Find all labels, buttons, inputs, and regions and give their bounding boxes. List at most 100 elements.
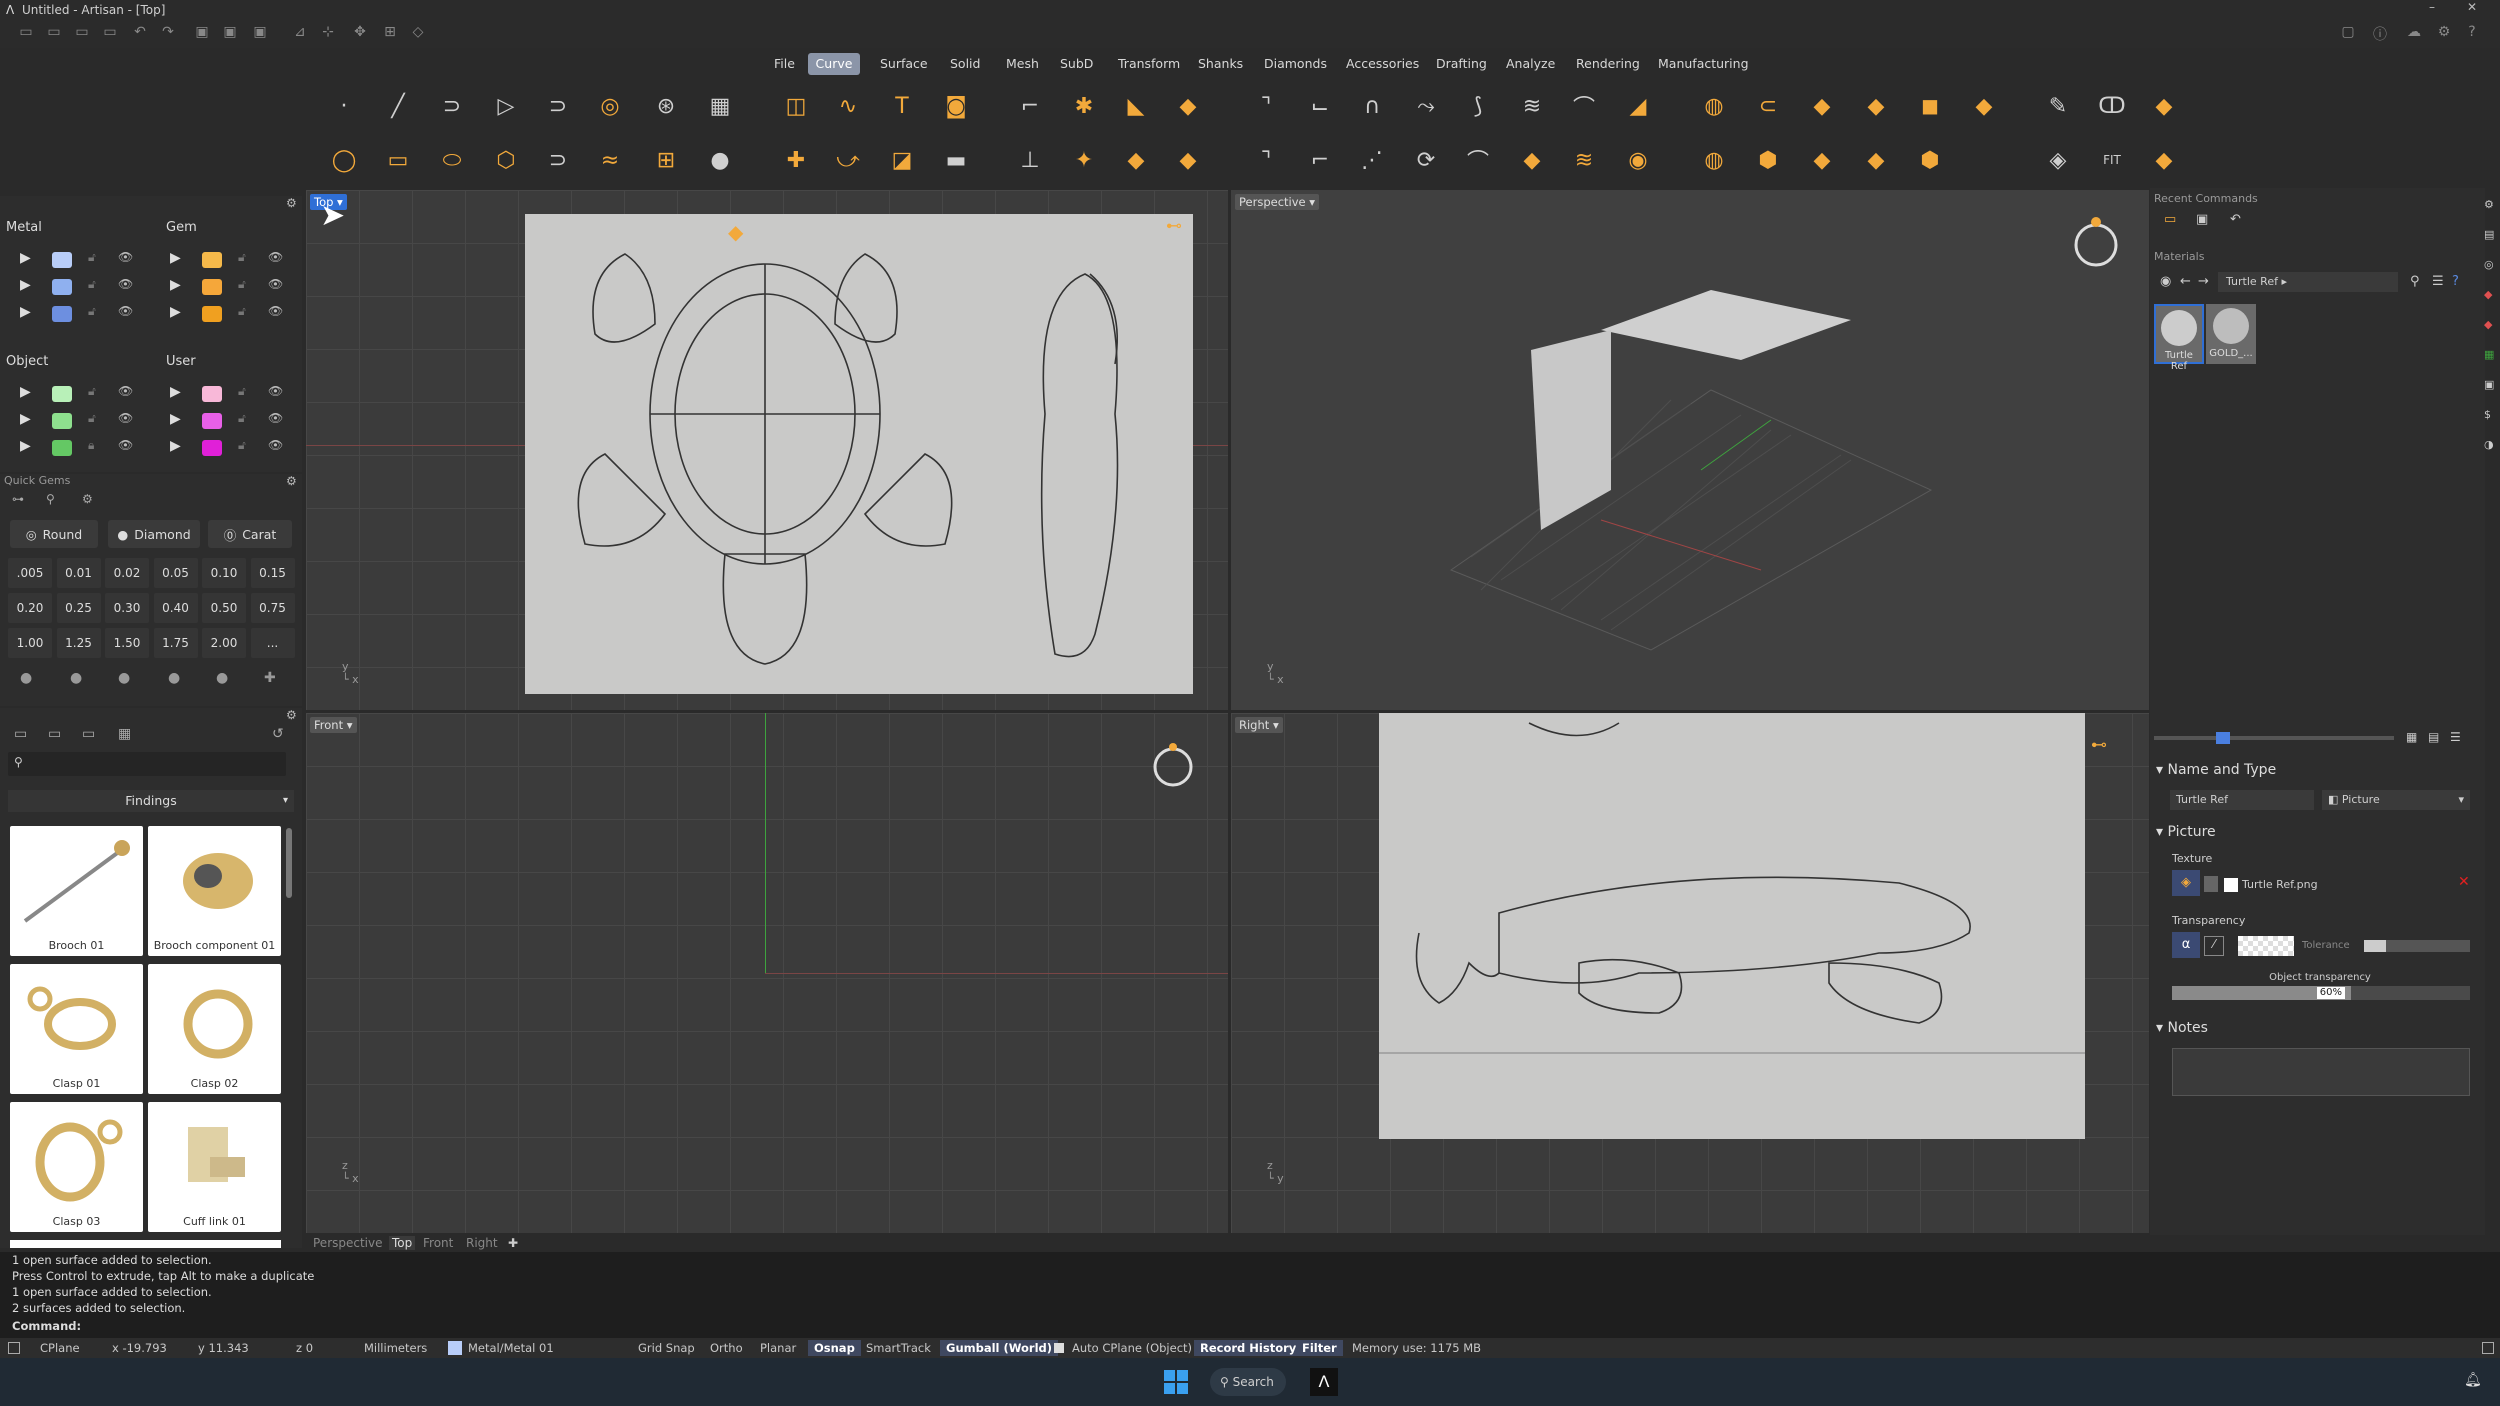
gem-style-icon[interactable]: ● (70, 670, 82, 686)
panel-toggle-icon[interactable] (8, 1342, 20, 1354)
eye-icon[interactable]: 👁︎ (268, 304, 283, 318)
play-icon[interactable]: ▶ (20, 250, 31, 266)
rotate-icon[interactable]: ⟳ (1404, 138, 1448, 182)
layer-color-swatch[interactable] (202, 413, 222, 429)
tab-top[interactable]: Top (389, 1236, 416, 1250)
open-file-icon[interactable]: ▭ (44, 24, 64, 44)
gem-size-button[interactable]: 1.50 (105, 628, 149, 658)
menu-rendering[interactable]: Rendering (1570, 53, 1646, 75)
blob-icon[interactable]: ⬢ (1746, 138, 1790, 182)
lock-icon[interactable]: 🔓︎ (238, 250, 246, 265)
tolerance-slider[interactable] (2364, 940, 2470, 952)
helix-icon[interactable]: ⊛ (644, 84, 688, 128)
undo-icon[interactable]: ↶ (2230, 212, 2241, 227)
side-tab-icon[interactable]: ⚙ (2484, 198, 2494, 211)
sketch-icon[interactable]: ∿ (826, 84, 870, 128)
search-icon[interactable]: ⚲ (2410, 274, 2420, 289)
new-file-icon[interactable]: ▭ (16, 24, 36, 44)
wrap-icon[interactable]: ⊂ (1746, 84, 1790, 128)
plane-icon[interactable]: ▬ (934, 138, 978, 182)
lock-icon[interactable]: 🔓︎ (88, 384, 96, 399)
gumball-icon[interactable]: ◆ (728, 220, 743, 244)
command-prompt[interactable]: Command: (0, 1318, 2500, 1334)
transform-icon[interactable]: ⊞ (380, 24, 400, 44)
status-filter[interactable]: Filter (1296, 1340, 1343, 1356)
layer-color-swatch[interactable] (202, 440, 222, 456)
lock-icon[interactable]: 🔓︎ (238, 411, 246, 426)
material-thumb-gold[interactable]: GOLD_... (2206, 304, 2256, 364)
layer-row[interactable]: ▶ 🔓︎ 👁︎ (0, 409, 140, 431)
section-picture[interactable]: ▾ Picture (2156, 824, 2216, 840)
smooth-icon[interactable]: ⌒ (1456, 138, 1500, 182)
side-tab-icon[interactable]: ◑ (2484, 438, 2494, 451)
gem-icon[interactable]: ◇ (408, 24, 428, 44)
settings-icon[interactable]: ⚙ (82, 492, 93, 506)
surface-icon[interactable]: ◆ (1510, 138, 1554, 182)
menu-drafting[interactable]: Drafting (1430, 53, 1493, 75)
turtle-reference-image[interactable] (525, 214, 1193, 694)
ring-widget-icon[interactable] (1148, 733, 1208, 793)
layer-row[interactable]: ▶ 🔒︎ 👁︎ (0, 436, 140, 458)
minimize-icon[interactable]: – (2412, 0, 2452, 20)
play-icon[interactable]: ▶ (20, 411, 31, 427)
layer-row[interactable]: ▶ 🔓︎ 👁︎ (150, 382, 290, 404)
gem-size-button[interactable]: .005 (8, 558, 52, 588)
snap-icon[interactable]: ⊿ (290, 24, 310, 44)
round-shape-button[interactable]: ◎ Round (10, 520, 98, 548)
viewport-tab-perspective[interactable]: Perspective ▾ (1235, 194, 1320, 210)
layer-color-swatch[interactable] (202, 252, 222, 268)
library-item[interactable]: Cuff link 01 (148, 1102, 281, 1232)
eye-icon[interactable]: 👁︎ (268, 250, 283, 264)
menu-solid[interactable]: Solid (944, 53, 986, 75)
notification-bell-icon[interactable]: 🔔︎ (2464, 1372, 2482, 1388)
play-icon[interactable]: ▶ (170, 384, 181, 400)
play-icon[interactable]: ▶ (20, 384, 31, 400)
material-name-input[interactable]: Turtle Ref (2170, 790, 2314, 810)
notes-textarea[interactable] (2172, 1048, 2470, 1096)
wand-icon[interactable]: ⚲ (46, 492, 55, 506)
menu-surface[interactable]: Surface (874, 53, 934, 75)
material-home-icon[interactable]: ◉ (2160, 274, 2171, 289)
cylinder-icon[interactable]: ◍ (1692, 138, 1736, 182)
pin-icon[interactable]: ✚ (774, 138, 818, 182)
play-icon[interactable]: ▶ (20, 304, 31, 320)
thumb-size-slider[interactable] (2154, 732, 2394, 744)
panel-settings-icon[interactable]: ⚙ (286, 708, 297, 722)
library-item[interactable]: Clasp 03 (10, 1102, 143, 1232)
brush-icon[interactable]: ✎ (2036, 84, 2080, 128)
layer-row[interactable]: ▶ 🔓︎ 👁︎ (150, 409, 290, 431)
cube-icon[interactable]: ⬢ (1908, 138, 1952, 182)
panel-settings-icon[interactable]: ⚙ (286, 474, 297, 488)
gem-size-button[interactable]: ... (250, 628, 295, 658)
menu-subd[interactable]: SubD (1054, 53, 1099, 75)
split-icon[interactable]: ◆ (1114, 138, 1158, 182)
side-tab-icon[interactable]: ◆ (2484, 318, 2492, 331)
polygon-curve-icon[interactable]: ⬡ (484, 138, 528, 182)
windows-start-icon[interactable] (1164, 1370, 1188, 1394)
recent-cmd-icon[interactable]: ▭ (2164, 212, 2176, 227)
menu-mesh[interactable]: Mesh (1000, 53, 1045, 75)
gem-style-icon[interactable]: ● (20, 670, 32, 686)
folder-icon[interactable]: ▭ (14, 726, 27, 742)
library-item[interactable]: Clasp 02 (148, 964, 281, 1094)
viewport-tab-front[interactable]: Front ▾ (310, 717, 357, 733)
menu-curve[interactable]: Curve (808, 53, 860, 75)
sweep-icon[interactable]: ◉ (1616, 138, 1660, 182)
gem-size-button[interactable]: 0.20 (8, 593, 52, 623)
export-icon[interactable]: ▣ (250, 24, 270, 44)
picture-icon[interactable]: ◪ (880, 138, 924, 182)
gem-style-icon[interactable]: ● (216, 670, 228, 686)
eye-icon[interactable]: 👁︎ (268, 411, 283, 425)
layer-color-swatch[interactable] (52, 440, 72, 456)
tab-perspective[interactable]: Perspective (313, 1236, 383, 1250)
polyline-icon[interactable]: ⊃ (430, 84, 474, 128)
menu-analyze[interactable]: Analyze (1500, 53, 1561, 75)
folder-image-icon[interactable]: ▭ (82, 726, 95, 742)
list-view-icon[interactable]: ▤ (2428, 730, 2439, 744)
lock-icon[interactable]: 🔓︎ (88, 277, 96, 292)
layer-row[interactable]: ▶ 🔓︎ 👁︎ (0, 275, 140, 297)
status-cplane[interactable]: CPlane (40, 1340, 80, 1356)
layer-color-swatch[interactable] (202, 306, 222, 322)
viewport-perspective[interactable]: Perspective ▾ y └ x (1231, 190, 2149, 710)
menu-diamonds[interactable]: Diamonds (1258, 53, 1333, 75)
